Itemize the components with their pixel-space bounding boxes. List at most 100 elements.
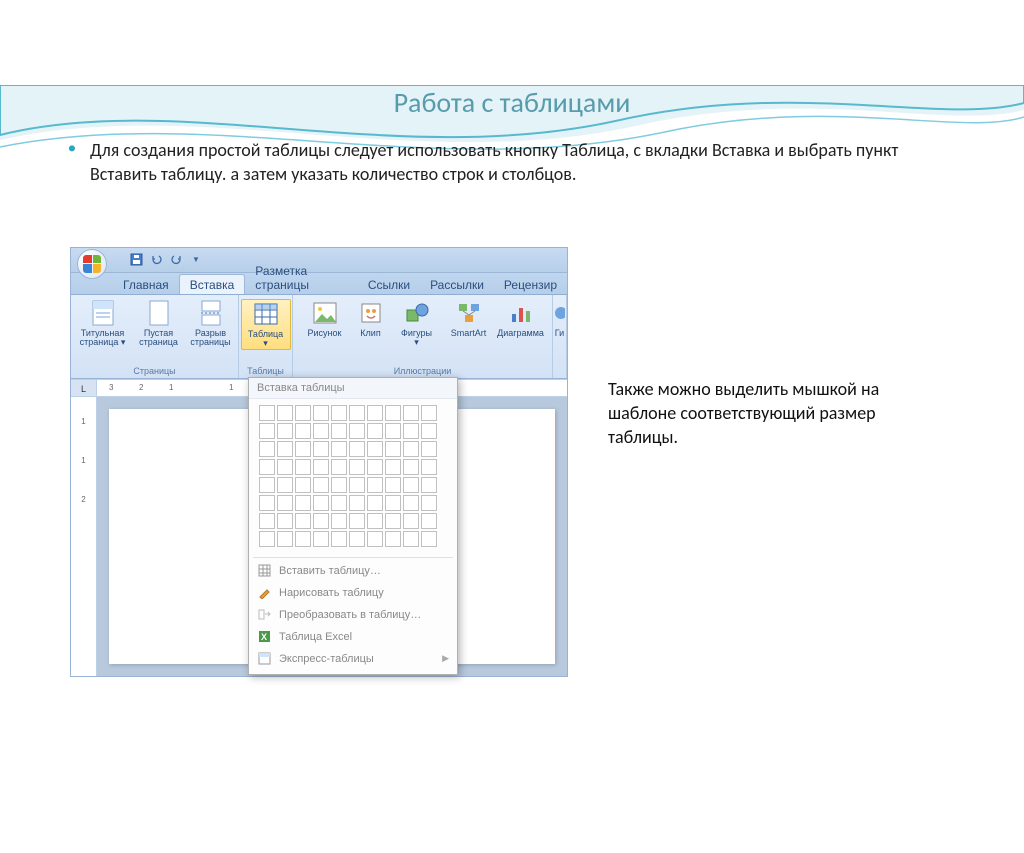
- draw-table-item[interactable]: Нарисовать таблицу: [249, 582, 457, 604]
- grid-cell[interactable]: [403, 405, 419, 421]
- tab-layout[interactable]: Разметка страницы: [245, 261, 358, 294]
- grid-cell[interactable]: [259, 513, 275, 529]
- grid-cell[interactable]: [295, 441, 311, 457]
- grid-cell[interactable]: [349, 495, 365, 511]
- excel-table-item[interactable]: X Таблица Excel: [249, 626, 457, 648]
- grid-cell[interactable]: [421, 459, 437, 475]
- grid-cell[interactable]: [385, 423, 401, 439]
- grid-cell[interactable]: [367, 495, 383, 511]
- grid-cell[interactable]: [403, 495, 419, 511]
- grid-cell[interactable]: [367, 513, 383, 529]
- grid-cell[interactable]: [385, 513, 401, 529]
- chart-button[interactable]: Диаграмма: [496, 299, 546, 349]
- grid-cell[interactable]: [331, 405, 347, 421]
- grid-cell[interactable]: [295, 477, 311, 493]
- grid-cell[interactable]: [403, 423, 419, 439]
- shapes-button[interactable]: Фигуры▾: [392, 299, 442, 349]
- grid-cell[interactable]: [367, 441, 383, 457]
- grid-cell[interactable]: [313, 459, 329, 475]
- grid-cell[interactable]: [331, 531, 347, 547]
- qat-dropdown-icon[interactable]: ▼: [189, 253, 203, 267]
- grid-cell[interactable]: [259, 405, 275, 421]
- tab-references[interactable]: Ссылки: [358, 275, 420, 294]
- hyperlink-button-partial[interactable]: Ги: [554, 299, 566, 339]
- grid-cell[interactable]: [367, 405, 383, 421]
- grid-cell[interactable]: [331, 477, 347, 493]
- grid-cell[interactable]: [385, 477, 401, 493]
- grid-cell[interactable]: [421, 495, 437, 511]
- grid-cell[interactable]: [295, 423, 311, 439]
- grid-cell[interactable]: [331, 459, 347, 475]
- grid-cell[interactable]: [313, 495, 329, 511]
- grid-cell[interactable]: [403, 531, 419, 547]
- grid-cell[interactable]: [277, 459, 293, 475]
- cover-page-button[interactable]: Титульная страница ▾: [74, 299, 132, 349]
- grid-cell[interactable]: [421, 513, 437, 529]
- grid-cell[interactable]: [277, 441, 293, 457]
- grid-cell[interactable]: [259, 459, 275, 475]
- grid-cell[interactable]: [277, 495, 293, 511]
- grid-cell[interactable]: [331, 513, 347, 529]
- grid-cell[interactable]: [313, 405, 329, 421]
- grid-cell[interactable]: [421, 423, 437, 439]
- smartart-button[interactable]: SmartArt: [444, 299, 494, 349]
- grid-cell[interactable]: [313, 477, 329, 493]
- office-button[interactable]: [77, 249, 107, 279]
- grid-cell[interactable]: [349, 459, 365, 475]
- grid-cell[interactable]: [277, 531, 293, 547]
- grid-cell[interactable]: [277, 513, 293, 529]
- grid-cell[interactable]: [295, 531, 311, 547]
- grid-cell[interactable]: [295, 405, 311, 421]
- grid-cell[interactable]: [367, 423, 383, 439]
- grid-cell[interactable]: [259, 495, 275, 511]
- tab-review[interactable]: Рецензир: [494, 275, 567, 294]
- grid-cell[interactable]: [403, 477, 419, 493]
- grid-cell[interactable]: [259, 531, 275, 547]
- grid-cell[interactable]: [313, 441, 329, 457]
- grid-cell[interactable]: [385, 405, 401, 421]
- grid-cell[interactable]: [295, 513, 311, 529]
- redo-icon[interactable]: [169, 253, 183, 267]
- grid-cell[interactable]: [349, 441, 365, 457]
- grid-cell[interactable]: [349, 423, 365, 439]
- grid-cell[interactable]: [295, 459, 311, 475]
- grid-cell[interactable]: [277, 477, 293, 493]
- clip-button[interactable]: Клип: [352, 299, 390, 349]
- insert-table-item[interactable]: Вставить таблицу…: [249, 560, 457, 582]
- grid-cell[interactable]: [259, 477, 275, 493]
- table-button[interactable]: Таблица▾: [241, 299, 291, 351]
- tab-home[interactable]: Главная: [113, 275, 179, 294]
- grid-cell[interactable]: [385, 531, 401, 547]
- grid-cell[interactable]: [385, 459, 401, 475]
- grid-cell[interactable]: [277, 423, 293, 439]
- ruler-tab-selector[interactable]: L: [71, 380, 97, 397]
- grid-cell[interactable]: [313, 513, 329, 529]
- grid-cell[interactable]: [259, 441, 275, 457]
- blank-page-button[interactable]: Пустая страница: [134, 299, 184, 349]
- grid-cell[interactable]: [331, 423, 347, 439]
- grid-cell[interactable]: [421, 441, 437, 457]
- grid-cell[interactable]: [385, 441, 401, 457]
- grid-cell[interactable]: [313, 423, 329, 439]
- grid-cell[interactable]: [421, 405, 437, 421]
- picture-button[interactable]: Рисунок: [300, 299, 350, 349]
- grid-cell[interactable]: [367, 531, 383, 547]
- grid-cell[interactable]: [259, 423, 275, 439]
- grid-cell[interactable]: [403, 513, 419, 529]
- grid-cell[interactable]: [349, 405, 365, 421]
- convert-to-table-item[interactable]: Преобразовать в таблицу…: [249, 604, 457, 626]
- grid-cell[interactable]: [349, 477, 365, 493]
- grid-cell[interactable]: [277, 405, 293, 421]
- quick-tables-item[interactable]: Экспресс-таблицы ▶: [249, 648, 457, 670]
- grid-cell[interactable]: [385, 495, 401, 511]
- grid-cell[interactable]: [331, 441, 347, 457]
- save-icon[interactable]: [129, 253, 143, 267]
- grid-cell[interactable]: [367, 459, 383, 475]
- grid-cell[interactable]: [421, 477, 437, 493]
- tab-mailings[interactable]: Рассылки: [420, 275, 494, 294]
- tab-insert[interactable]: Вставка: [179, 274, 246, 294]
- grid-cell[interactable]: [331, 495, 347, 511]
- table-size-grid[interactable]: [249, 399, 457, 555]
- page-break-button[interactable]: Разрыв страницы: [186, 299, 236, 349]
- vertical-ruler[interactable]: 1 1 2: [71, 397, 97, 676]
